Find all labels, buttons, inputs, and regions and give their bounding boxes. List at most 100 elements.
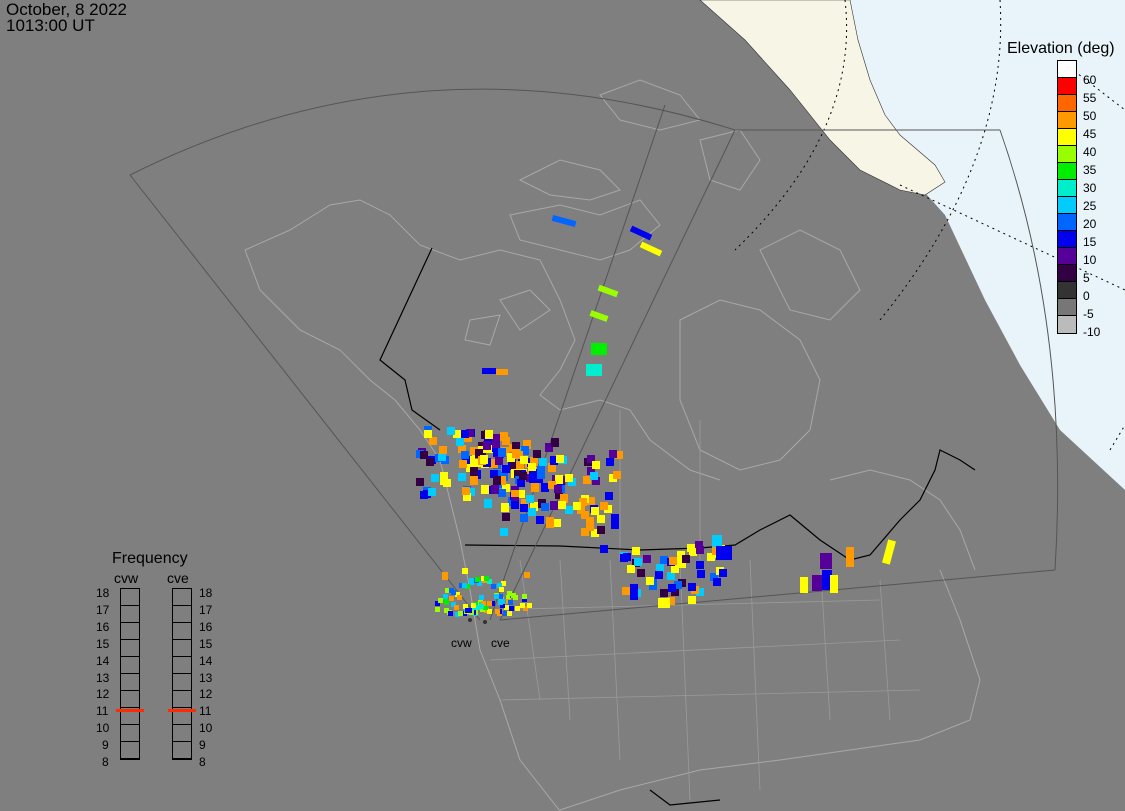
echo-cell [496, 369, 508, 375]
echo-cell [524, 572, 530, 578]
echo-cell [830, 575, 838, 593]
echo-cell [511, 501, 519, 509]
elevation-swatch [1058, 282, 1076, 299]
echo-cell [498, 448, 506, 457]
frequency-cell [173, 674, 191, 691]
elevation-tick-label: 15 [1083, 235, 1097, 249]
echo-cell [682, 555, 690, 563]
echo-cell [565, 474, 573, 482]
echo-cell [462, 583, 467, 588]
echo-cell [431, 474, 439, 482]
radar-label-cvw: cvw [451, 636, 472, 650]
echo-cell [519, 472, 527, 480]
echo-cell [459, 460, 467, 468]
frequency-cell [173, 640, 191, 657]
elevation-tick-label: 0 [1083, 289, 1090, 303]
elevation-swatch [1058, 78, 1076, 95]
frequency-tick-cvw: 16 [96, 619, 110, 634]
radar-site-cve [483, 620, 487, 624]
echo-cell [637, 569, 645, 577]
echo-cell [551, 438, 559, 447]
map-canvas: October, 8 2022 1013:00 UT Elevation (de… [0, 0, 1125, 811]
echo-cell [520, 514, 528, 522]
echo-cell [444, 600, 449, 605]
echo-cell [424, 430, 432, 438]
echo-cell [462, 487, 470, 495]
echo-cell [487, 601, 492, 606]
frequency-column-cve [168, 588, 196, 760]
elevation-tick-label: 30 [1083, 181, 1097, 195]
echo-cell [469, 578, 474, 583]
echo-cell [660, 556, 668, 564]
echo-cell [882, 539, 896, 565]
echo-cell [713, 578, 721, 586]
elevation-legend-title: Elevation (deg) [1007, 40, 1115, 57]
frequency-tick-cve: 16 [199, 619, 213, 634]
frequency-cell [121, 657, 139, 674]
echo-cell [609, 450, 617, 458]
frequency-tick-cvw: 18 [96, 586, 110, 600]
echo-cell [491, 485, 499, 494]
echo-cell [458, 473, 466, 481]
frequency-header-cvw: cvw [114, 570, 139, 586]
elevation-swatch [1058, 163, 1076, 180]
frequency-tick-cvw: 14 [96, 653, 110, 668]
echo-cell [539, 458, 547, 466]
echo-cell [611, 514, 619, 522]
frequency-tick-cve: 18 [199, 586, 213, 600]
echo-cell [528, 508, 536, 516]
echo-cell [696, 561, 704, 569]
echo-cell [546, 520, 554, 528]
echo-cell [623, 553, 631, 561]
frequency-cell [121, 691, 139, 708]
frequency-tick-cve: 15 [199, 636, 213, 651]
echo-cell [639, 241, 663, 257]
echo-cell [646, 577, 654, 585]
echo-cell [485, 430, 493, 439]
echo-cell [457, 595, 462, 600]
echo-cell [688, 596, 696, 604]
frequency-tick-cvw: 9 [102, 738, 109, 753]
frequency-tick-cve: 10 [199, 721, 213, 736]
echo-cell [655, 571, 663, 579]
echo-cell [554, 485, 562, 493]
echo-cell [458, 611, 463, 616]
echo-cell [634, 558, 642, 566]
echo-cell [697, 570, 705, 578]
echo-cell [520, 456, 528, 464]
elevation-tick-label: 20 [1083, 217, 1097, 231]
frequency-cell [121, 674, 139, 691]
echo-cells [416, 214, 896, 617]
echo-cell [573, 502, 581, 510]
echo-cell [696, 546, 704, 554]
echo-cell [629, 225, 653, 241]
echo-cell [656, 564, 664, 572]
echo-cell [491, 584, 496, 589]
elevation-colorbar [1057, 60, 1077, 334]
frequency-tick-cvw: 8 [102, 755, 109, 769]
echo-cell [520, 603, 525, 608]
echo-cell [533, 450, 541, 458]
echo-cell [527, 603, 532, 608]
echo-cell [462, 568, 468, 574]
echo-cell [597, 526, 605, 534]
echo-cell [449, 596, 454, 601]
frequency-tick-cvw: 11 [96, 704, 109, 719]
frequency-tick-cve: 12 [199, 687, 213, 702]
frequency-tick-cvw: 13 [96, 670, 110, 685]
echo-cell [511, 593, 516, 598]
frequency-cell [173, 623, 191, 640]
frequency-cell [173, 589, 191, 606]
echo-cell [667, 572, 675, 580]
echo-cell [471, 603, 476, 608]
echo-cell [551, 214, 577, 228]
frequency-tick-cve: 14 [199, 653, 213, 668]
elevation-swatch [1058, 95, 1076, 112]
frequency-cell [173, 606, 191, 623]
echo-cell [605, 492, 613, 500]
echo-cell [846, 547, 854, 567]
echo-cell [500, 432, 508, 441]
echo-cell [528, 463, 536, 471]
frequency-tick-cve: 11 [199, 704, 212, 719]
radar-label-cve: cve [491, 636, 510, 650]
